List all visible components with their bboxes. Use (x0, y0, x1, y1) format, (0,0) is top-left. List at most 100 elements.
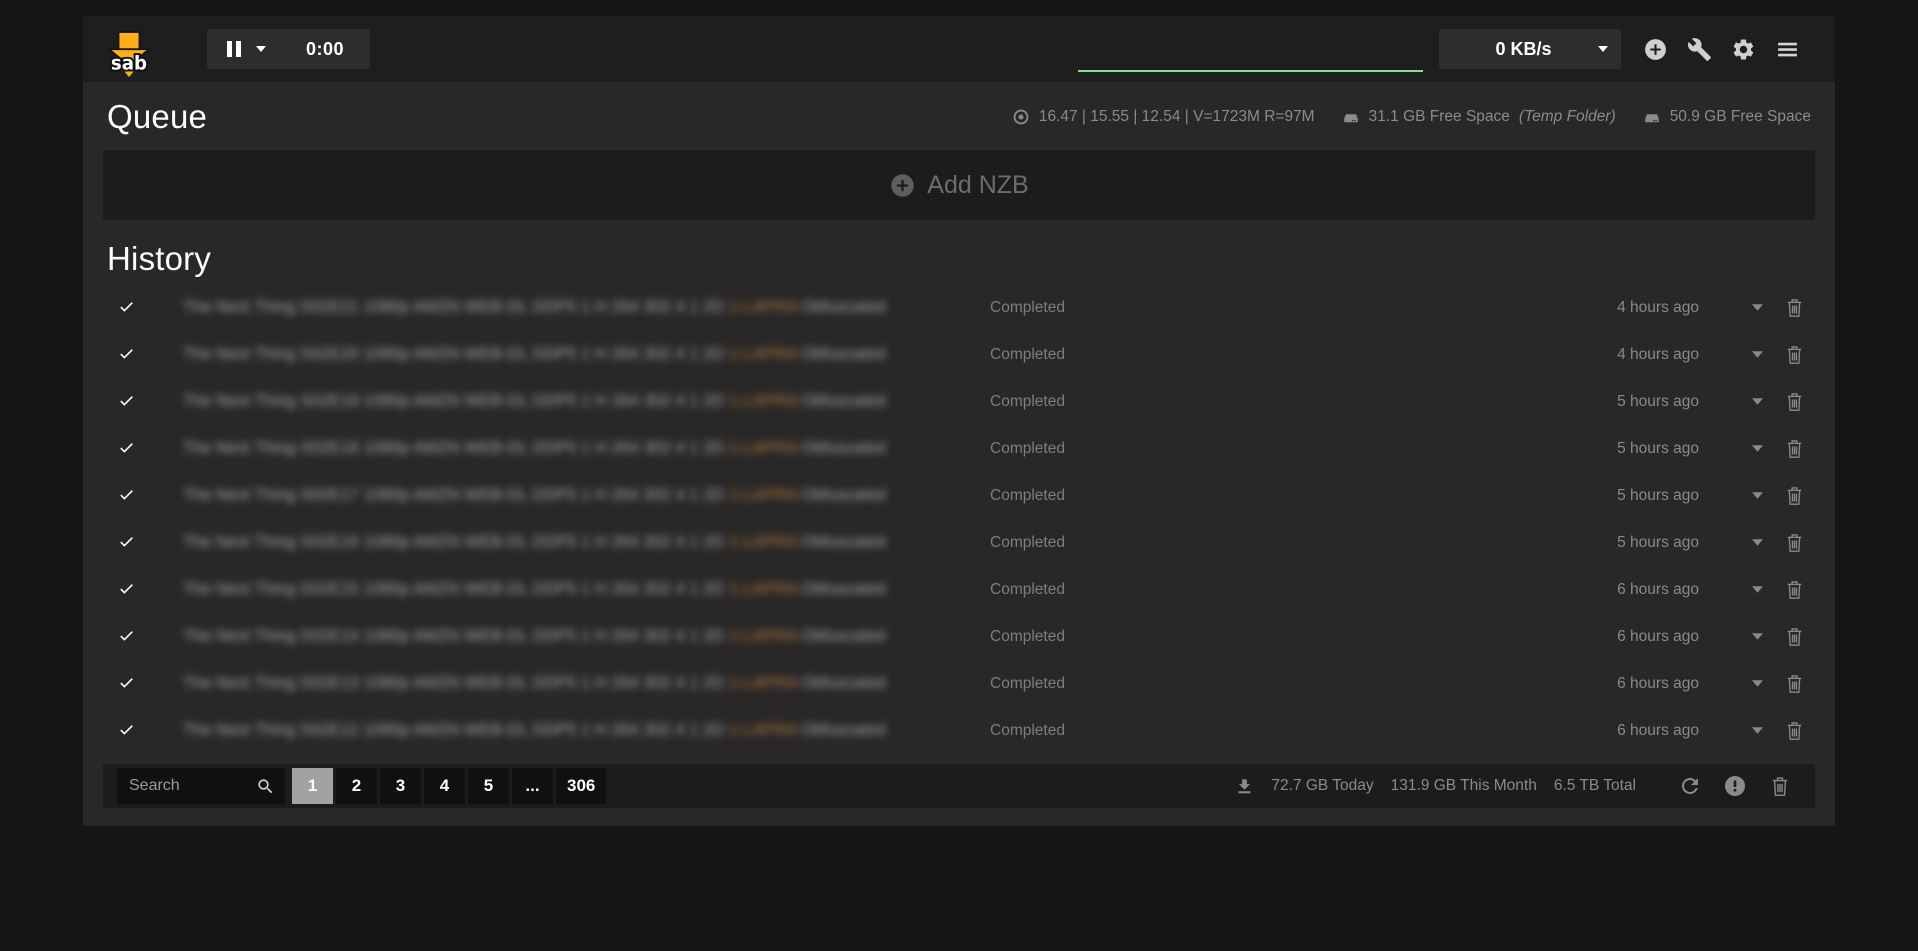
row-actions-caret[interactable] (1735, 304, 1779, 311)
history-item-name: The Next Thing S02E21 1080p AMZN WEB-DL … (183, 298, 973, 317)
history-item-time: 6 hours ago (1617, 581, 1699, 599)
row-actions-caret[interactable] (1735, 445, 1779, 452)
history-row[interactable]: The Next Thing S02E16 1080p AMZN WEB-DL … (103, 519, 1815, 566)
history-row[interactable]: The Next Thing S02E19 1080p AMZN WEB-DL … (103, 378, 1815, 425)
history-item-time: 5 hours ago (1617, 440, 1699, 458)
history-item-name: The Next Thing S02E19 1080p AMZN WEB-DL … (183, 392, 973, 411)
refresh-button[interactable] (1669, 766, 1711, 806)
add-nzb-dropzone[interactable]: Add NZB (103, 150, 1815, 220)
temp-free-space: 31.1 GB Free Space (Temp Folder) (1342, 108, 1616, 126)
pause-control-group: 0:00 (207, 29, 370, 69)
check-icon (117, 392, 141, 412)
history-row[interactable]: The Next Thing S02E13 1080p AMZN WEB-DL … (103, 660, 1815, 707)
queue-stats: 16.47 | 15.55 | 12.54 | V=1723M R=97M 31… (1012, 108, 1811, 126)
search-input[interactable] (129, 777, 256, 795)
row-delete-icon[interactable] (1779, 626, 1809, 647)
hamburger-icon (1775, 37, 1800, 62)
temp-folder-note: (Temp Folder) (1519, 108, 1616, 126)
check-icon (117, 439, 141, 459)
history-row[interactable]: The Next Thing S02E20 1080p AMZN WEB-DL … (103, 331, 1815, 378)
history-item-status: Completed (973, 346, 1617, 364)
sabnzbd-logo-icon[interactable]: sab (105, 31, 153, 77)
history-item-status: Completed (973, 581, 1617, 599)
server-stats-text: 16.47 | 15.55 | 12.54 | V=1723M R=97M (1039, 108, 1315, 126)
add-nzb-button[interactable] (1633, 27, 1677, 71)
total-month: 131.9 GB This Month (1391, 777, 1537, 795)
check-icon (117, 486, 141, 506)
check-icon (117, 627, 141, 647)
queue-title: Queue (107, 98, 207, 136)
top-icon-buttons (1633, 27, 1809, 71)
settings-button[interactable] (1721, 27, 1765, 71)
history-row[interactable]: The Next Thing S02E14 1080p AMZN WEB-DL … (103, 613, 1815, 660)
page-button[interactable]: 306 (556, 768, 606, 804)
history-item-name: The Next Thing S02E17 1080p AMZN WEB-DL … (183, 486, 973, 505)
check-icon (117, 345, 141, 365)
pause-icon (227, 41, 241, 57)
trash-icon (1770, 775, 1790, 797)
row-delete-icon[interactable] (1779, 673, 1809, 694)
history-row[interactable]: The Next Thing S02E12 1080p AMZN WEB-DL … (103, 707, 1815, 754)
disk-free-space: 50.9 GB Free Space (1643, 108, 1811, 126)
row-actions-caret[interactable] (1735, 492, 1779, 499)
history-info-button[interactable] (1714, 766, 1756, 806)
queue-header: Queue 16.47 | 15.55 | 12.54 | V=1723M R=… (103, 96, 1815, 136)
speed-graph (1078, 34, 1423, 72)
current-speed: 0 KB/s (1449, 39, 1598, 60)
page-button[interactable]: 4 (424, 768, 465, 804)
tools-button[interactable] (1677, 27, 1721, 71)
history-item-time: 5 hours ago (1617, 487, 1699, 505)
page-button[interactable]: 2 (336, 768, 377, 804)
speed-limit-button[interactable]: 0 KB/s (1439, 29, 1621, 69)
pause-button[interactable] (207, 29, 280, 69)
history-item-name: The Next Thing S02E15 1080p AMZN WEB-DL … (183, 580, 973, 599)
history-row[interactable]: The Next Thing S02E17 1080p AMZN WEB-DL … (103, 472, 1815, 519)
history-item-name: The Next Thing S02E12 1080p AMZN WEB-DL … (183, 721, 973, 740)
target-icon (1012, 108, 1030, 126)
page-button[interactable]: 3 (380, 768, 421, 804)
row-actions-caret[interactable] (1735, 398, 1779, 405)
menu-button[interactable] (1765, 27, 1809, 71)
row-delete-icon[interactable] (1779, 297, 1809, 318)
page-button[interactable]: ... (512, 768, 553, 804)
add-nzb-label: Add NZB (927, 171, 1028, 200)
row-actions-caret[interactable] (1735, 539, 1779, 546)
search-icon (256, 777, 275, 796)
row-delete-icon[interactable] (1779, 485, 1809, 506)
download-totals: 72.7 GB Today 131.9 GB This Month 6.5 TB… (1235, 777, 1636, 796)
pause-timer[interactable]: 0:00 (280, 39, 370, 60)
row-delete-icon[interactable] (1779, 532, 1809, 553)
chevron-down-icon (1598, 46, 1608, 52)
page-button[interactable]: 5 (468, 768, 509, 804)
row-actions-caret[interactable] (1735, 586, 1779, 593)
row-actions-caret[interactable] (1735, 633, 1779, 640)
history-item-time: 4 hours ago (1617, 346, 1699, 364)
history-item-time: 6 hours ago (1617, 628, 1699, 646)
purge-history-button[interactable] (1759, 766, 1801, 806)
refresh-icon (1678, 774, 1702, 798)
row-actions-caret[interactable] (1735, 351, 1779, 358)
row-delete-icon[interactable] (1779, 438, 1809, 459)
row-delete-icon[interactable] (1779, 391, 1809, 412)
row-actions-caret[interactable] (1735, 727, 1779, 734)
history-item-status: Completed (973, 675, 1617, 693)
history-item-name: The Next Thing S02E16 1080p AMZN WEB-DL … (183, 533, 973, 552)
history-row[interactable]: The Next Thing S02E18 1080p AMZN WEB-DL … (103, 425, 1815, 472)
history-title: History (107, 240, 1815, 278)
check-icon (117, 674, 141, 694)
history-item-time: 5 hours ago (1617, 393, 1699, 411)
pagination: 1 2 3 4 5 ... 306 (292, 768, 606, 804)
check-icon (117, 721, 141, 741)
row-delete-icon[interactable] (1779, 344, 1809, 365)
row-delete-icon[interactable] (1779, 579, 1809, 600)
check-icon (117, 298, 141, 318)
row-delete-icon[interactable] (1779, 720, 1809, 741)
page-button[interactable]: 1 (292, 768, 333, 804)
history-row[interactable]: The Next Thing S02E15 1080p AMZN WEB-DL … (103, 566, 1815, 613)
row-actions-caret[interactable] (1735, 680, 1779, 687)
history-item-status: Completed (973, 487, 1617, 505)
history-item-status: Completed (973, 534, 1617, 552)
server-stats: 16.47 | 15.55 | 12.54 | V=1723M R=97M (1012, 108, 1315, 126)
history-row[interactable]: The Next Thing S02E21 1080p AMZN WEB-DL … (103, 284, 1815, 331)
wrench-icon (1687, 37, 1712, 62)
